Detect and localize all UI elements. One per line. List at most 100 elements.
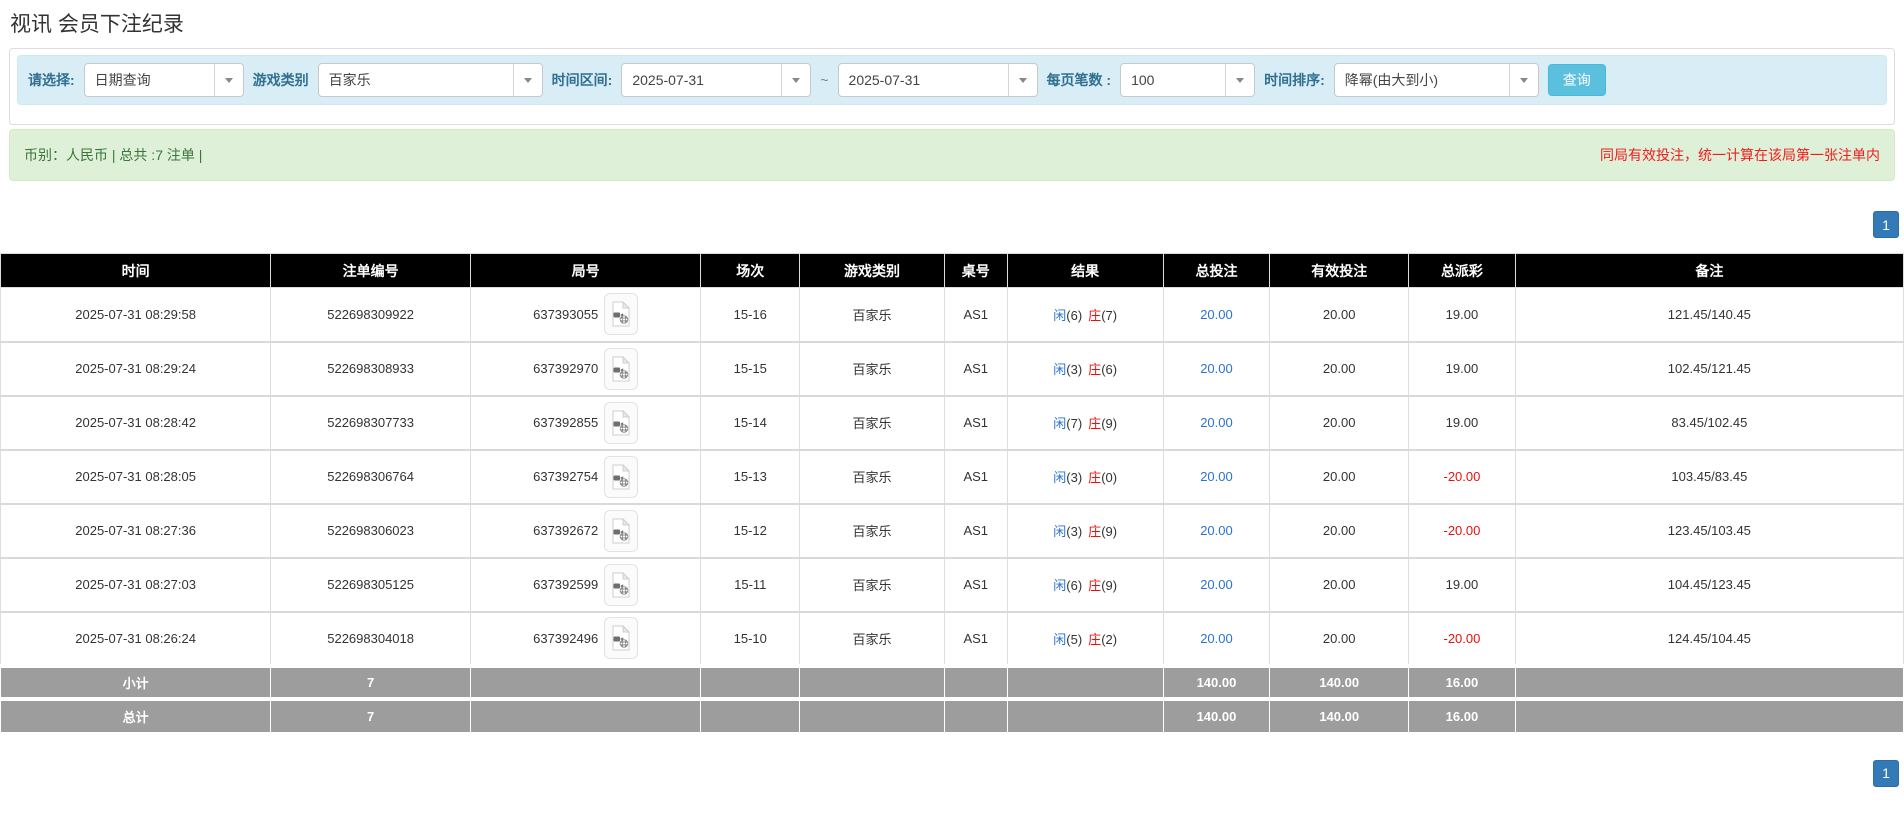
video-file-icon (612, 355, 631, 381)
page-1-button[interactable]: 1 (1873, 759, 1899, 787)
cell-game-type: 百家乐 (799, 287, 945, 343)
total-bet-link[interactable]: 20.00 (1200, 523, 1233, 538)
result-banker-value: (7) (1101, 307, 1118, 323)
cell-total-bet: 20.00 (1162, 557, 1271, 613)
chevron-down-icon (1007, 64, 1037, 96)
cell-payout: 19.00 (1408, 395, 1516, 451)
result-banker-label: 庄 (1088, 631, 1102, 647)
grand-total-row: 总计 7 140.00 140.00 16.00 (0, 696, 1904, 732)
video-replay-button[interactable] (604, 617, 639, 659)
video-file-icon (612, 409, 631, 435)
result-player-label: 闲 (1053, 416, 1067, 431)
cell-valid-bet: 140.00 (1269, 696, 1410, 732)
cell-session: 15-14 (700, 395, 801, 451)
cell-total-bet: 20.00 (1162, 503, 1271, 559)
search-button[interactable]: 查询 (1547, 64, 1606, 96)
page-size-label: 每页笔数 : (1046, 72, 1112, 88)
date-to-select[interactable]: 2025-07-31 (837, 63, 1038, 97)
cell-total-bet: 140.00 (1162, 663, 1271, 699)
total-bet-link[interactable]: 20.00 (1200, 469, 1233, 484)
cell-time: 2025-07-31 08:27:36 (0, 503, 272, 559)
total-bet-link[interactable]: 20.00 (1200, 307, 1233, 322)
cell-session: 15-13 (700, 449, 801, 505)
cell-count: 7 (270, 663, 472, 699)
page-size-value: 100 (1131, 72, 1155, 88)
cell-round-number: 637392599 (470, 557, 702, 613)
result-player-label: 闲 (1053, 307, 1067, 323)
result-banker-value: (9) (1101, 578, 1118, 593)
cell-session: 15-16 (700, 287, 801, 343)
column-header: 备注 (1514, 253, 1904, 288)
total-bet-link[interactable]: 20.00 (1200, 361, 1233, 376)
page-size-select[interactable]: 100 (1120, 63, 1256, 97)
total-bet-link[interactable]: 20.00 (1200, 631, 1233, 646)
video-replay-button[interactable] (604, 401, 639, 444)
chevron-down-icon (1225, 64, 1254, 96)
cell-note: 104.45/123.45 (1514, 557, 1904, 613)
date-from-select[interactable]: 2025-07-31 (621, 63, 812, 97)
column-header: 注单编号 (270, 253, 472, 288)
cell-note: 83.45/102.45 (1514, 395, 1904, 451)
cell-round-number: 637393055 (470, 287, 702, 343)
time-sort-value: 降幂(由大到小) (1344, 72, 1439, 88)
game-type-select[interactable]: 百家乐 (317, 63, 543, 97)
result-banker-value: (2) (1101, 631, 1118, 647)
result-banker-label: 庄 (1088, 416, 1102, 431)
cell-label: 总计 (0, 696, 272, 732)
cell-note: 123.45/103.45 (1514, 503, 1904, 559)
result-player-value: (7) (1066, 416, 1083, 431)
video-replay-button[interactable] (604, 563, 639, 606)
cell-note (1514, 663, 1904, 699)
cell-valid-bet: 20.00 (1269, 557, 1410, 613)
round-number: 637392970 (533, 361, 599, 376)
video-file-icon (612, 301, 631, 327)
cell-round-number: 637392970 (470, 341, 702, 397)
cell-time: 2025-07-31 08:28:05 (0, 449, 272, 505)
cell-payout: 19.00 (1408, 287, 1516, 343)
cell-session (700, 696, 801, 732)
query-type-select[interactable]: 日期查询 (83, 63, 244, 97)
page-1-button[interactable]: 1 (1873, 211, 1899, 238)
cell-bet-number: 522698305125 (270, 557, 472, 613)
video-replay-button[interactable] (604, 455, 639, 498)
cell-table-number: AS1 (943, 395, 1008, 451)
cell-payout: 19.00 (1408, 341, 1516, 397)
cell-total-bet: 20.00 (1162, 287, 1271, 343)
video-file-icon (612, 625, 631, 651)
video-replay-button[interactable] (604, 509, 639, 552)
cell-time: 2025-07-31 08:26:24 (0, 611, 272, 667)
round-number: 637392855 (533, 415, 599, 430)
result-banker-label: 庄 (1088, 578, 1102, 593)
video-replay-button[interactable] (604, 293, 639, 336)
video-replay-button[interactable] (604, 347, 639, 390)
date-range-separator: ~ (820, 72, 829, 88)
cell-payout: -20.00 (1408, 611, 1516, 667)
cell-payout: 16.00 (1408, 663, 1516, 699)
cell-result: 闲(3) 庄(0) (1006, 449, 1164, 505)
cell-valid-bet: 20.00 (1269, 341, 1410, 397)
cell-payout: -20.00 (1408, 503, 1516, 559)
cell-game-type: 百家乐 (799, 557, 945, 613)
result-banker-label: 庄 (1088, 524, 1102, 539)
table-row: 2025-07-31 08:27:03 522698305125 6373925… (0, 557, 1904, 613)
total-bet-link[interactable]: 20.00 (1200, 577, 1233, 592)
table-header-row: 时间 注单编号 局号 场次 游戏类别 桌号 结果 总投注 有效投注 总派彩 备注 (0, 253, 1904, 288)
cell-game-type: 百家乐 (799, 449, 945, 505)
time-sort-select[interactable]: 降幂(由大到小) (1333, 63, 1539, 97)
cell-bet-number: 522698309922 (270, 287, 472, 343)
table-row: 2025-07-31 08:29:24 522698308933 6373929… (0, 341, 1904, 397)
result-player-value: (6) (1066, 578, 1083, 593)
table-row: 2025-07-31 08:27:36 522698306023 6373926… (0, 503, 1904, 559)
cell-round-number: 637392754 (470, 449, 702, 505)
cell-result (1006, 696, 1164, 732)
result-player-label: 闲 (1053, 524, 1067, 539)
cell-table-number (943, 663, 1008, 699)
cell-result: 闲(3) 庄(6) (1006, 341, 1164, 397)
total-bet-link[interactable]: 20.00 (1200, 415, 1233, 430)
cell-total-bet: 20.00 (1162, 449, 1271, 505)
table-row: 2025-07-31 08:28:42 522698307733 6373928… (0, 395, 1904, 451)
cell-result: 闲(5) 庄(2) (1006, 611, 1164, 667)
cell-valid-bet: 20.00 (1269, 395, 1410, 451)
cell-result (1006, 663, 1164, 699)
video-file-icon (612, 463, 631, 489)
